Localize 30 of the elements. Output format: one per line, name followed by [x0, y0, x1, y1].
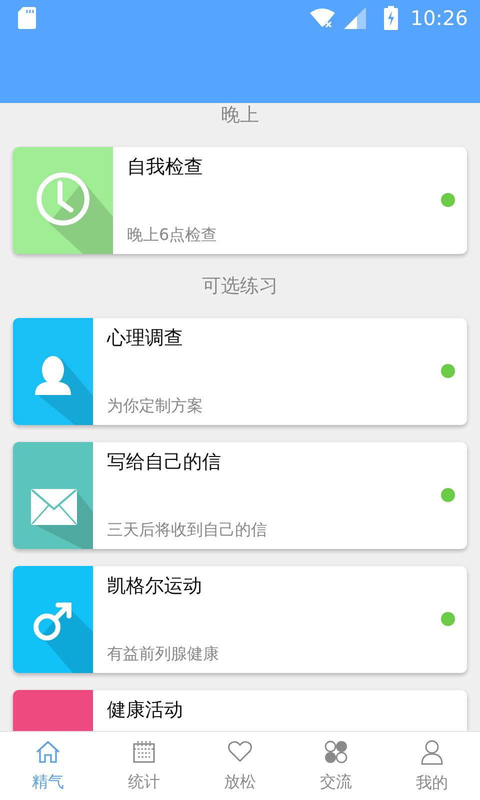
card-subtitle: 有益前列腺健康 — [107, 644, 219, 665]
exercise-card[interactable]: 心理调查 为你定制方案 — [13, 318, 467, 425]
signal-icon — [344, 7, 366, 29]
clover-icon — [324, 740, 348, 764]
heart-icon — [227, 740, 253, 764]
sd-card-icon — [18, 7, 36, 29]
section-title: 可选练习 — [202, 274, 278, 298]
wifi-off-icon — [310, 7, 336, 29]
card-title: 自我检查 — [127, 155, 203, 179]
card-title: 写给自己的信 — [107, 450, 221, 474]
exercise-card[interactable]: 自我检查 晚上6点检查 — [13, 147, 467, 254]
card-title: 凯格尔运动 — [107, 574, 202, 598]
clock-icon — [36, 172, 90, 226]
home-icon — [35, 740, 61, 764]
exercise-card[interactable]: 写给自己的信 三天后将收到自己的信 — [13, 442, 467, 549]
user-icon — [421, 738, 443, 764]
card-title: 健康活动 — [107, 698, 183, 722]
status-time: 10:26 — [410, 6, 468, 30]
exercise-card[interactable]: 健康活动 — [13, 690, 467, 731]
male-icon — [34, 602, 72, 640]
mail-icon — [31, 489, 77, 525]
card-subtitle: 晚上6点检查 — [127, 225, 218, 246]
calendar-icon — [132, 740, 156, 764]
battery-charging-icon — [384, 6, 398, 30]
card-subtitle: 为你定制方案 — [107, 396, 203, 417]
exercise-card[interactable]: 凯格尔运动 有益前列腺健康 — [13, 566, 467, 673]
person-icon — [35, 356, 71, 395]
section-title: 晚上 — [221, 103, 259, 127]
card-title: 心理调查 — [107, 326, 183, 350]
card-subtitle: 三天后将收到自己的信 — [107, 520, 267, 541]
